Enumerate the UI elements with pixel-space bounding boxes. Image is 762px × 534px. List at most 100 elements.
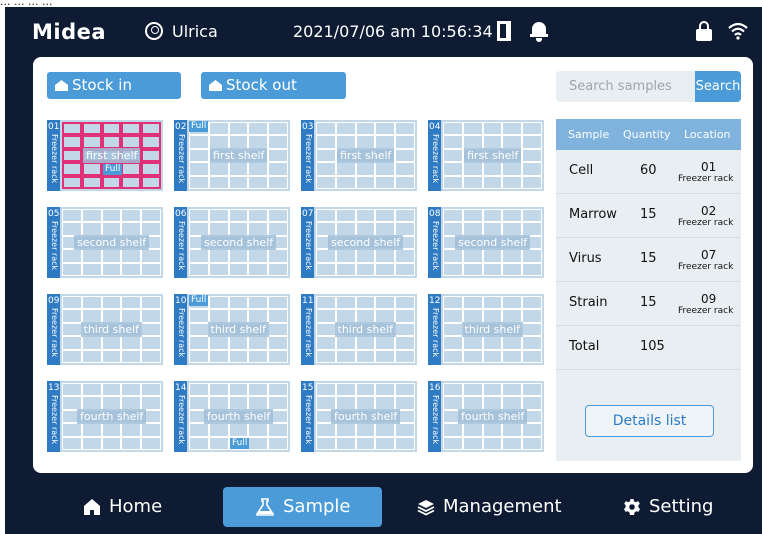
rack-cell[interactable] xyxy=(355,396,376,410)
rack-cell[interactable] xyxy=(228,222,249,236)
rack-cell[interactable] xyxy=(62,175,82,189)
rack-cell[interactable] xyxy=(443,209,463,223)
rack-cell[interactable] xyxy=(443,148,463,163)
rack-cell[interactable] xyxy=(248,383,269,397)
details-list-button[interactable]: Details list xyxy=(585,405,714,437)
freezer-rack-05[interactable]: 05 Freezer rack second shelf xyxy=(47,207,163,278)
rack-cell[interactable] xyxy=(355,296,376,310)
rack-cell[interactable] xyxy=(355,262,376,276)
rack-cell[interactable] xyxy=(502,296,523,310)
rack-cell[interactable] xyxy=(248,162,269,176)
rack-cell[interactable] xyxy=(316,135,336,149)
rack-cell[interactable] xyxy=(141,122,161,136)
rack-cell[interactable] xyxy=(335,222,356,236)
rack-cell[interactable] xyxy=(522,336,542,350)
search-input[interactable] xyxy=(556,71,696,102)
rack-cell[interactable] xyxy=(316,383,336,397)
rack-cell[interactable] xyxy=(482,423,503,437)
rack-cell[interactable] xyxy=(316,122,336,136)
rack-cell[interactable] xyxy=(462,249,483,263)
rack-cell[interactable] xyxy=(189,162,209,176)
rack-cell[interactable] xyxy=(268,249,288,263)
rack-cell[interactable] xyxy=(522,222,542,236)
rack-cell[interactable] xyxy=(395,436,415,450)
rack-cell[interactable] xyxy=(101,349,122,363)
rack-cell[interactable] xyxy=(268,349,288,363)
rack-cell[interactable] xyxy=(482,122,503,136)
rack-cell[interactable] xyxy=(502,383,523,397)
rack-cell[interactable] xyxy=(101,262,122,276)
rack-cell[interactable] xyxy=(482,209,503,223)
rack-cell[interactable] xyxy=(375,296,396,310)
rack-cell[interactable] xyxy=(502,122,523,136)
rack-cell[interactable] xyxy=(462,175,483,189)
rack-cell[interactable] xyxy=(81,383,102,397)
rack-cell[interactable] xyxy=(121,162,142,176)
rack-cell[interactable] xyxy=(268,296,288,310)
rack-cell[interactable] xyxy=(101,336,122,350)
rack-cell[interactable] xyxy=(141,175,161,189)
rack-cell[interactable] xyxy=(482,436,503,450)
rack-cell[interactable] xyxy=(228,135,249,149)
rack-cell[interactable] xyxy=(395,135,415,149)
rack-cell[interactable] xyxy=(248,396,269,410)
rack-cell[interactable] xyxy=(121,309,142,323)
rack-cell[interactable] xyxy=(316,336,336,350)
rack-cell[interactable] xyxy=(375,209,396,223)
rack-cell[interactable] xyxy=(62,322,82,337)
rack-cell[interactable] xyxy=(395,175,415,189)
rack-cell[interactable] xyxy=(189,396,209,410)
rack-cell[interactable] xyxy=(395,148,415,163)
rack-cell[interactable] xyxy=(355,122,376,136)
rack-cell[interactable] xyxy=(141,135,161,149)
rack-cell[interactable] xyxy=(522,296,542,310)
rack-cell[interactable] xyxy=(395,309,415,323)
rack-cell[interactable] xyxy=(101,423,122,437)
rack-cell[interactable] xyxy=(141,209,161,223)
rack-cell[interactable] xyxy=(62,423,82,437)
rack-cell[interactable] xyxy=(228,383,249,397)
rack-cell[interactable] xyxy=(121,135,142,149)
rack-cell[interactable] xyxy=(482,349,503,363)
rack-cell[interactable] xyxy=(208,396,229,410)
rack-cell[interactable] xyxy=(443,336,463,350)
rack-cell[interactable] xyxy=(141,383,161,397)
rack-cell[interactable] xyxy=(121,436,142,450)
rack-cell[interactable] xyxy=(462,436,483,450)
rack-cell[interactable] xyxy=(375,383,396,397)
rack-cell[interactable] xyxy=(268,322,288,337)
rack-cell[interactable] xyxy=(101,436,122,450)
rack-cell[interactable] xyxy=(375,175,396,189)
rack-cell[interactable] xyxy=(248,209,269,223)
rack-cell[interactable] xyxy=(268,383,288,397)
rack-cell[interactable] xyxy=(81,396,102,410)
rack-cell[interactable] xyxy=(81,296,102,310)
lock-icon[interactable] xyxy=(696,21,712,41)
rack-cell[interactable] xyxy=(502,222,523,236)
rack-cell[interactable] xyxy=(81,162,102,176)
rack-cell[interactable] xyxy=(522,175,542,189)
rack-cell[interactable] xyxy=(462,423,483,437)
rack-cell[interactable] xyxy=(268,262,288,276)
rack-cell[interactable] xyxy=(355,309,376,323)
rack-cell[interactable] xyxy=(335,296,356,310)
rack-cell[interactable] xyxy=(189,349,209,363)
rack-cell[interactable] xyxy=(268,222,288,236)
rack-cell[interactable] xyxy=(316,309,336,323)
rack-cell[interactable] xyxy=(375,249,396,263)
freezer-rack-02[interactable]: 02 Freezer rack first shelf Full xyxy=(174,120,290,191)
rack-cell[interactable] xyxy=(316,175,336,189)
rack-cell[interactable] xyxy=(268,175,288,189)
rack-cell[interactable] xyxy=(121,349,142,363)
rack-cell[interactable] xyxy=(375,396,396,410)
rack-cell[interactable] xyxy=(482,309,503,323)
rack-cell[interactable] xyxy=(62,162,82,176)
rack-cell[interactable] xyxy=(395,209,415,223)
rack-cell[interactable] xyxy=(482,135,503,149)
rack-cell[interactable] xyxy=(443,423,463,437)
rack-cell[interactable] xyxy=(522,148,542,163)
rack-cell[interactable] xyxy=(189,322,209,337)
rack-cell[interactable] xyxy=(268,209,288,223)
rack-cell[interactable] xyxy=(355,162,376,176)
rack-cell[interactable] xyxy=(81,262,102,276)
